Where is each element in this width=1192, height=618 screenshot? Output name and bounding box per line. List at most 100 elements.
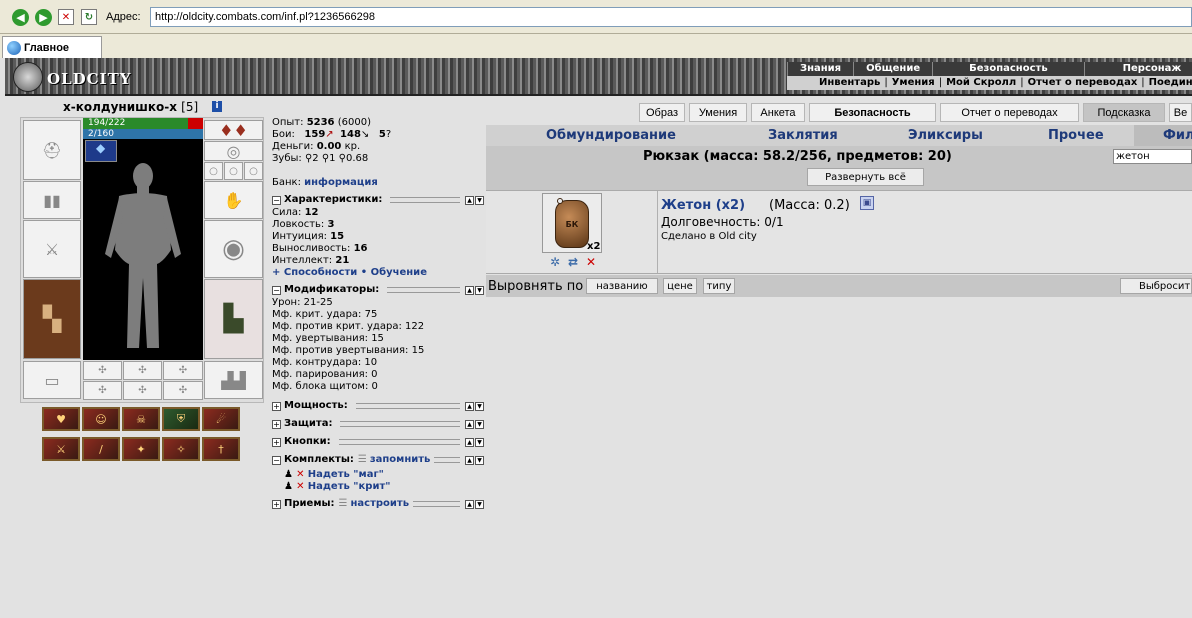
arrow-up-icon[interactable]: ▲ xyxy=(465,285,474,295)
wear-set-mag-link[interactable]: Надеть "маг" xyxy=(308,469,384,480)
arrow-down-icon[interactable]: ▼ xyxy=(475,195,484,205)
ring2-slot[interactable]: ○ xyxy=(224,162,243,180)
submenu-transfer-report[interactable]: Отчет о переводах xyxy=(1024,76,1142,90)
expand-all-button[interactable]: Развернуть всё xyxy=(807,168,924,186)
strike-effect-icon[interactable]: ✧ xyxy=(162,437,200,461)
weapon-slot[interactable]: ⚔ xyxy=(23,220,81,278)
delete-set-icon[interactable]: ✕ xyxy=(296,469,304,480)
bracers-slot[interactable]: ▮▮ xyxy=(23,181,81,219)
gloves-slot[interactable]: ✋ xyxy=(204,181,263,219)
belt-slot[interactable]: ▭ xyxy=(23,361,81,399)
armor-slot[interactable]: ▚ xyxy=(23,279,81,359)
sword-effect-icon[interactable]: / xyxy=(82,437,120,461)
item-name[interactable]: Жетон (x2) xyxy=(661,198,745,213)
configure-techniques-link[interactable]: настроить xyxy=(351,498,410,510)
arrow-down-icon[interactable]: ▼ xyxy=(475,419,484,429)
arrow-down-icon[interactable]: ▼ xyxy=(475,499,484,509)
buttons-header[interactable]: + Кнопки: ▲ ▼ xyxy=(272,435,484,449)
dagger-effect-icon[interactable]: † xyxy=(202,437,240,461)
transfer-report-button[interactable]: Отчет о переводах xyxy=(940,103,1079,122)
split-icon[interactable]: ✲ xyxy=(548,255,562,269)
hint-button[interactable]: Подсказка xyxy=(1083,103,1165,122)
delete-set-icon[interactable]: ✕ xyxy=(296,481,304,492)
rune-slot-6[interactable]: ✣ xyxy=(163,381,203,400)
ring3-slot[interactable]: ○ xyxy=(244,162,263,180)
delete-icon[interactable]: ✕ xyxy=(584,255,598,269)
blade-effect-icon[interactable]: ⚔ xyxy=(42,437,80,461)
heart-effect-icon[interactable]: ♥ xyxy=(42,407,80,431)
arrow-up-icon[interactable]: ▲ xyxy=(465,437,474,447)
tab-filter[interactable]: Фил xyxy=(1163,128,1192,143)
sort-by-name-button[interactable]: названию xyxy=(586,278,658,294)
arrow-down-icon[interactable]: ▼ xyxy=(475,437,484,447)
arrow-up-icon[interactable]: ▲ xyxy=(465,401,474,411)
skills-button[interactable]: Умения xyxy=(689,103,747,122)
pants-slot[interactable]: ▙ xyxy=(204,279,263,359)
skull-effect-icon[interactable]: ☠ xyxy=(122,407,160,431)
stop-icon[interactable]: ✕ xyxy=(58,9,74,25)
modifiers-header[interactable]: − Модификаторы: ▲ ▼ xyxy=(272,283,484,297)
power-header[interactable]: + Мощность: ▲ ▼ xyxy=(272,399,484,413)
rune-slot-4[interactable]: ✣ xyxy=(83,381,122,400)
expand-icon[interactable]: + xyxy=(272,401,281,411)
arrow-up-icon[interactable]: ▲ xyxy=(465,499,474,509)
transfer-icon[interactable]: ⇄ xyxy=(566,255,580,269)
helmet-slot[interactable]: ⛑ xyxy=(23,120,81,180)
tab-main[interactable]: Главное xyxy=(2,36,102,58)
info-icon[interactable]: i xyxy=(212,101,222,112)
more-button[interactable]: Ве xyxy=(1169,103,1192,122)
tab-other[interactable]: Прочее xyxy=(1048,128,1104,143)
remember-set-link[interactable]: запомнить xyxy=(370,454,431,466)
menu-security[interactable]: Безопасность xyxy=(932,62,1084,76)
star-effect-icon[interactable]: ✦ xyxy=(122,437,160,461)
rune-slot-1[interactable]: ✣ xyxy=(83,361,122,380)
bank-info-link[interactable]: информация xyxy=(304,177,378,188)
submenu-skills[interactable]: Умения xyxy=(888,76,939,90)
sort-by-price-button[interactable]: цене xyxy=(663,278,697,294)
defense-header[interactable]: + Защита: ▲ ▼ xyxy=(272,417,484,431)
image-button[interactable]: Образ xyxy=(639,103,685,122)
expand-icon[interactable]: + xyxy=(272,499,281,509)
amulet-slot[interactable]: ◎ xyxy=(204,141,263,161)
collapse-icon[interactable]: − xyxy=(272,195,281,205)
refresh-icon[interactable]: ↻ xyxy=(81,9,97,25)
site-logo[interactable]: OLDCITY xyxy=(13,60,133,94)
abilities-training-links[interactable]: + Способности • Обучение xyxy=(272,267,484,279)
tab-equipment[interactable]: Обмундирование xyxy=(546,128,676,143)
sort-by-type-button[interactable]: типу xyxy=(703,278,735,294)
rune-slot-2[interactable]: ✣ xyxy=(123,361,162,380)
arrow-up-icon[interactable]: ▲ xyxy=(465,195,474,205)
collapse-icon[interactable]: − xyxy=(272,285,281,295)
rune-slot-5[interactable]: ✣ xyxy=(123,381,162,400)
profile-button[interactable]: Анкета xyxy=(751,103,805,122)
earrings-slot[interactable]: ♦♦ xyxy=(204,120,263,140)
characteristics-header[interactable]: − Характеристики: ▲ ▼ xyxy=(272,193,484,207)
expand-icon[interactable]: + xyxy=(272,437,281,447)
submenu-battles[interactable]: Поединк xyxy=(1145,76,1192,90)
submenu-my-scroll[interactable]: Мой Скролл xyxy=(942,76,1020,90)
menu-character[interactable]: Персонаж xyxy=(1083,62,1192,76)
forward-icon[interactable]: ▶ xyxy=(35,9,52,26)
search-input[interactable]: жетон xyxy=(1113,149,1192,164)
warrior-effect-icon[interactable]: ☄ xyxy=(202,407,240,431)
expand-icon[interactable]: + xyxy=(272,419,281,429)
shield-effect-icon[interactable]: ⛨ xyxy=(162,407,200,431)
wear-set-crit-link[interactable]: Надеть "крит" xyxy=(308,481,391,492)
techniques-header[interactable]: + Приемы: ☰ настроить ▲ ▼ xyxy=(272,497,484,511)
ring1-slot[interactable]: ○ xyxy=(204,162,223,180)
item-image[interactable]: БК x2 xyxy=(542,193,602,253)
shield-slot[interactable]: ◉ xyxy=(204,220,263,278)
arrow-down-icon[interactable]: ▼ xyxy=(475,401,484,411)
submenu-inventory[interactable]: Инвентарь xyxy=(815,76,884,90)
back-icon[interactable]: ◀ xyxy=(12,9,29,26)
arrow-down-icon[interactable]: ▼ xyxy=(475,455,484,465)
tab-elixirs[interactable]: Эликсиры xyxy=(908,128,983,143)
address-input[interactable]: http://oldcity.combats.com/inf.pl?123656… xyxy=(150,7,1192,27)
collapse-icon[interactable]: − xyxy=(272,455,281,465)
sets-header[interactable]: − Комплекты: ☰ запомнить ▲ ▼ xyxy=(272,453,484,467)
boots-slot[interactable]: ▟▟ xyxy=(204,361,263,399)
arrow-up-icon[interactable]: ▲ xyxy=(465,455,474,465)
arrow-up-icon[interactable]: ▲ xyxy=(465,419,474,429)
menu-communication[interactable]: Общение xyxy=(853,62,932,76)
face-effect-icon[interactable]: ☺ xyxy=(82,407,120,431)
